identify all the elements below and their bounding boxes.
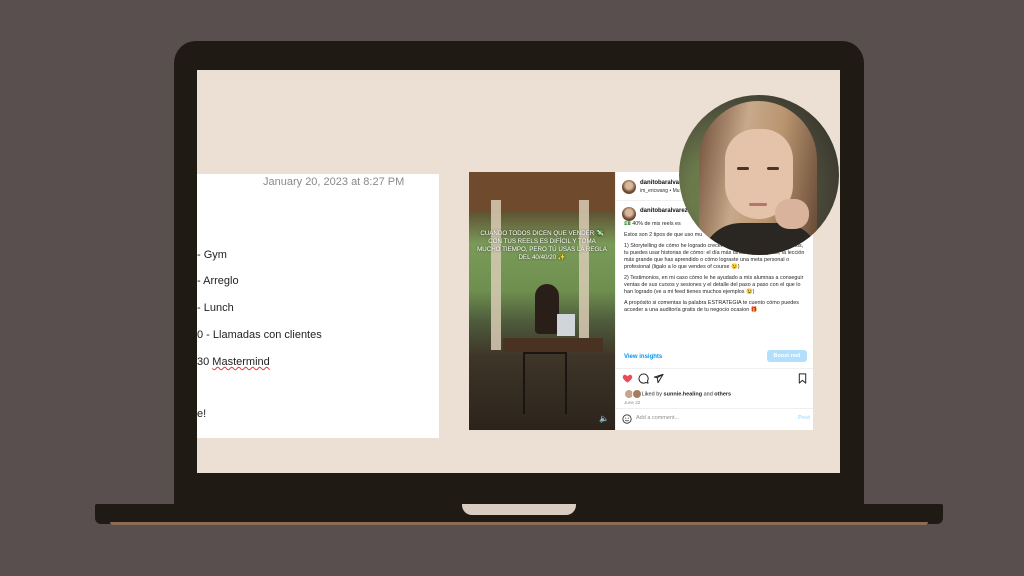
reel-table [503,338,603,352]
divider [616,408,813,409]
note-line-mastermind-text: 30 Mastermind [197,356,270,368]
reel-pillar [579,200,589,350]
boost-reel-button[interactable]: Boost reel [767,350,807,362]
share-icon[interactable] [653,373,664,384]
header-audio[interactable]: im_ericwang • Mu [640,188,680,194]
liked-by-user[interactable]: sunnie.healing [664,391,703,397]
webcam-eye [737,167,749,170]
emoji-icon[interactable] [622,414,632,424]
caption-avatar[interactable] [622,207,636,221]
note-date: January 20, 2023 at 8:27 PM [263,176,405,188]
note-line-lunch: - Lunch [197,302,234,314]
liker-avatar [632,389,642,399]
comment-icon[interactable] [638,373,649,384]
reel-laptop [557,314,575,336]
liked-by-others[interactable]: others [714,391,731,397]
webcam-eye [767,167,779,170]
liked-by-line: Liked by sunnie.healing and others [624,389,731,399]
note-line-llamadas: 0 - Llamadas con clientes [197,329,322,341]
note-line-arreglo: - Arreglo [197,275,239,287]
caption-paragraph: A propósito si comentas la palabra ESTRA… [624,300,799,313]
webcam-hand [775,199,809,229]
notes-document: January 20, 2023 at 8:27 PM - Gym - Arre… [197,174,439,438]
post-date: June 22 [624,400,641,405]
divider [616,368,813,369]
spellcheck-word: Mastermind [212,356,270,368]
webcam-overlay [679,95,839,255]
note-line-mastermind: 30 Mastermind [197,356,270,368]
liked-by-and: and [702,391,715,398]
reel-chair [523,352,567,414]
reel-video[interactable]: Cuando todos dicen que vender 💸 con tus … [469,172,615,430]
note-line-gym: - Gym [197,249,227,261]
caption-paragraph: 2) Testimonios, en mi caso cómo le he ay… [624,275,804,295]
note-line-end: e! [197,408,207,420]
reel-pillar [491,200,501,350]
heart-icon[interactable] [622,373,633,384]
liked-by-prefix: Liked by [641,391,664,398]
laptop-base-strip [110,522,928,525]
reel-overlay-text: Cuando todos dicen que vender 💸 con tus … [477,230,607,261]
bookmark-icon[interactable] [797,373,808,384]
laptop-notch [462,504,576,515]
post-comment-button[interactable]: Post [798,415,810,421]
avatar[interactable] [622,180,636,194]
view-insights-link[interactable]: View insights [624,354,662,360]
sound-icon[interactable]: 🔈 [599,414,609,423]
webcam-mouth [749,203,767,206]
reel-person [535,284,559,334]
caption-username[interactable]: danitobaralvarez [640,208,688,214]
add-comment-input[interactable]: Add a comment... [636,415,679,421]
